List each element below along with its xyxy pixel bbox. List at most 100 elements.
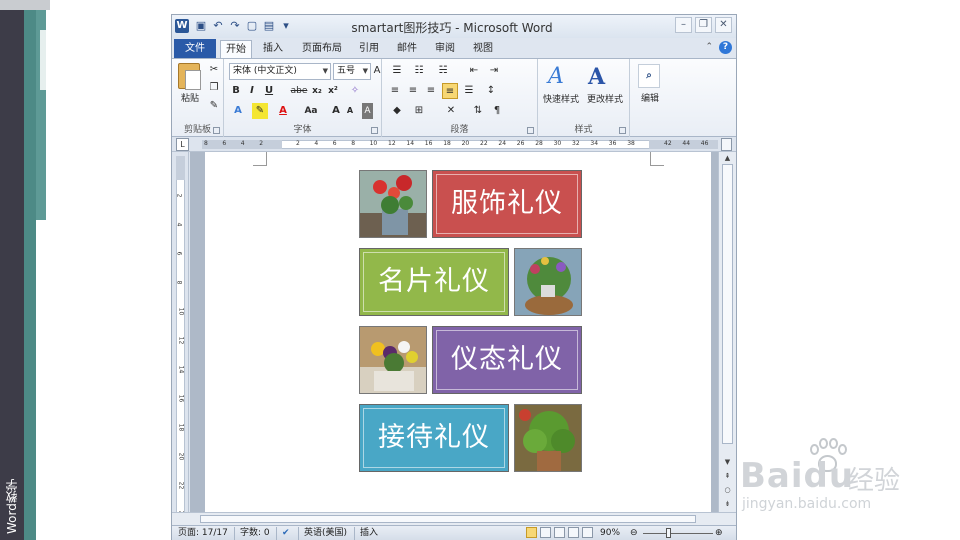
font-color-button[interactable]: A (276, 103, 290, 119)
zoom-slider-thumb[interactable] (666, 528, 671, 538)
document-page[interactable]: 服饰礼仪 名片礼仪 仪态礼仪 接待礼仪 (205, 152, 711, 524)
clipboard-launcher-icon[interactable] (213, 127, 220, 134)
font-size-combo[interactable]: 五号 ▼ (333, 63, 371, 80)
grow-font-button[interactable]: A (330, 103, 342, 119)
smartart-tile-3[interactable]: 仪态礼仪 (432, 326, 582, 394)
vertical-scroll-thumb[interactable] (722, 164, 733, 444)
quick-styles-icon[interactable]: A (548, 64, 564, 89)
smartart-tile-2[interactable]: 名片礼仪 (359, 248, 509, 316)
next-page-icon[interactable]: ⇟ (721, 498, 734, 510)
tab-review[interactable]: 审阅 (430, 40, 460, 58)
print-preview-icon[interactable]: ▤ (262, 18, 276, 34)
paste-label[interactable]: 粘贴 (176, 91, 204, 104)
new-doc-icon[interactable]: ▢ (245, 18, 259, 34)
tab-file[interactable]: 文件 (174, 39, 216, 58)
close-icon[interactable]: ✕ (715, 17, 732, 33)
subscript-button[interactable]: x₂ (310, 83, 324, 99)
horizontal-scrollbar[interactable] (172, 512, 736, 525)
increase-indent-icon[interactable]: ⇥ (486, 63, 502, 79)
zoom-level[interactable]: 90% (600, 527, 620, 540)
restore-icon[interactable]: ❐ (695, 17, 712, 33)
print-layout-icon[interactable] (526, 527, 537, 538)
scroll-up-icon[interactable]: ▲ (721, 152, 734, 164)
tab-view[interactable]: 视图 (468, 40, 498, 58)
proofing-icon[interactable]: ✔ (282, 527, 290, 540)
scroll-down-icon[interactable]: ▼ (721, 456, 734, 468)
view-ruler-icon[interactable] (721, 138, 732, 151)
font-name-combo[interactable]: 宋体 (中文正文) ▼ (229, 63, 331, 80)
align-left-icon[interactable]: ≡ (388, 83, 402, 99)
char-shading-button[interactable]: A (362, 103, 373, 119)
vertical-scrollbar[interactable]: ▲ ▼ ⇞ ○ ⇟ (718, 152, 736, 524)
justify-icon[interactable]: ≡ (442, 83, 458, 99)
text-effects-button[interactable]: A (230, 103, 246, 119)
align-center-icon[interactable]: ≡ (406, 83, 420, 99)
flower-image-2[interactable] (514, 248, 582, 316)
numbering-icon[interactable]: ☷ (410, 63, 428, 79)
italic-button[interactable]: I (246, 83, 258, 99)
bold-button[interactable]: B (230, 83, 242, 99)
cut-icon[interactable]: ✂ (208, 62, 220, 78)
help-icon[interactable]: ? (719, 41, 732, 54)
flower-image-4[interactable] (514, 404, 582, 472)
tab-selector-icon[interactable]: L (176, 138, 189, 151)
shading-icon[interactable]: ◆ (388, 103, 406, 119)
borders-icon[interactable]: ⊞ (410, 103, 428, 119)
styles-launcher-icon[interactable] (619, 127, 626, 134)
change-styles-label[interactable]: 更改样式 (582, 92, 628, 105)
align-right-icon[interactable]: ≡ (424, 83, 438, 99)
highlight-icon[interactable]: ✎ (252, 103, 268, 119)
quick-styles-label[interactable]: 快速样式 (539, 92, 583, 105)
smartart-tile-1[interactable]: 服饰礼仪 (432, 170, 582, 238)
sort-icon[interactable]: ⇅ (470, 103, 486, 119)
change-case-button[interactable]: Aa (302, 103, 320, 119)
multilevel-list-icon[interactable]: ☵ (434, 63, 452, 79)
horizontal-scroll-thumb[interactable] (200, 515, 696, 523)
change-case-icon[interactable]: A (372, 63, 382, 79)
copy-icon[interactable]: ❐ (208, 80, 220, 96)
web-layout-icon[interactable] (554, 527, 565, 538)
flower-image-1[interactable] (359, 170, 427, 238)
word-app-icon[interactable]: W (175, 19, 189, 33)
paragraph-launcher-icon[interactable] (527, 127, 534, 134)
zoom-in-icon[interactable]: ⊕ (715, 527, 723, 540)
tab-page-layout[interactable]: 页面布局 (298, 40, 346, 58)
full-screen-reading-icon[interactable] (540, 527, 551, 538)
smartart-tile-4[interactable]: 接待礼仪 (359, 404, 509, 472)
tab-references[interactable]: 引用 (354, 40, 384, 58)
minimize-icon[interactable]: – (675, 17, 692, 33)
redo-icon[interactable]: ↷ (228, 18, 242, 34)
draft-icon[interactable] (582, 527, 593, 538)
zoom-out-icon[interactable]: ⊖ (630, 527, 638, 540)
font-launcher-icon[interactable] (371, 127, 378, 134)
change-styles-icon[interactable]: A (588, 64, 605, 90)
distributed-icon[interactable]: ☰ (462, 83, 476, 99)
tab-mailings[interactable]: 邮件 (392, 40, 422, 58)
show-marks-icon[interactable]: ¶ (490, 103, 504, 119)
superscript-button[interactable]: x² (326, 83, 340, 99)
editing-label[interactable]: 编辑 (630, 91, 670, 104)
paste-icon[interactable] (178, 63, 201, 90)
save-icon[interactable]: ▣ (194, 18, 208, 34)
zoom-slider-track[interactable] (643, 533, 713, 534)
flower-image-3[interactable] (359, 326, 427, 394)
underline-button[interactable]: U (262, 83, 276, 99)
status-page[interactable]: 页面: 17/17 (178, 527, 228, 540)
outline-icon[interactable] (568, 527, 579, 538)
browse-object-icon[interactable]: ○ (721, 484, 734, 496)
status-language[interactable]: 英语(美国) (304, 527, 347, 540)
status-words[interactable]: 字数: 0 (240, 527, 270, 540)
decrease-indent-icon[interactable]: ⇤ (466, 63, 482, 79)
undo-icon[interactable]: ↶ (211, 18, 225, 34)
clear-format-icon[interactable]: ✧ (348, 83, 362, 99)
previous-page-icon[interactable]: ⇞ (721, 470, 734, 482)
strikethrough-button[interactable]: abe (290, 83, 308, 99)
find-icon[interactable]: ⌕ (638, 64, 660, 88)
customize-qat-icon[interactable]: ▾ (279, 18, 293, 34)
minimize-ribbon-icon[interactable]: ⌃ (705, 41, 713, 54)
bullets-icon[interactable]: ☰ (388, 63, 406, 79)
chinese-layout-icon[interactable]: ✕ (442, 103, 460, 119)
line-spacing-icon[interactable]: ↕ (482, 83, 500, 99)
shrink-font-button[interactable]: A (344, 103, 356, 119)
format-painter-icon[interactable]: ✎ (208, 98, 220, 114)
